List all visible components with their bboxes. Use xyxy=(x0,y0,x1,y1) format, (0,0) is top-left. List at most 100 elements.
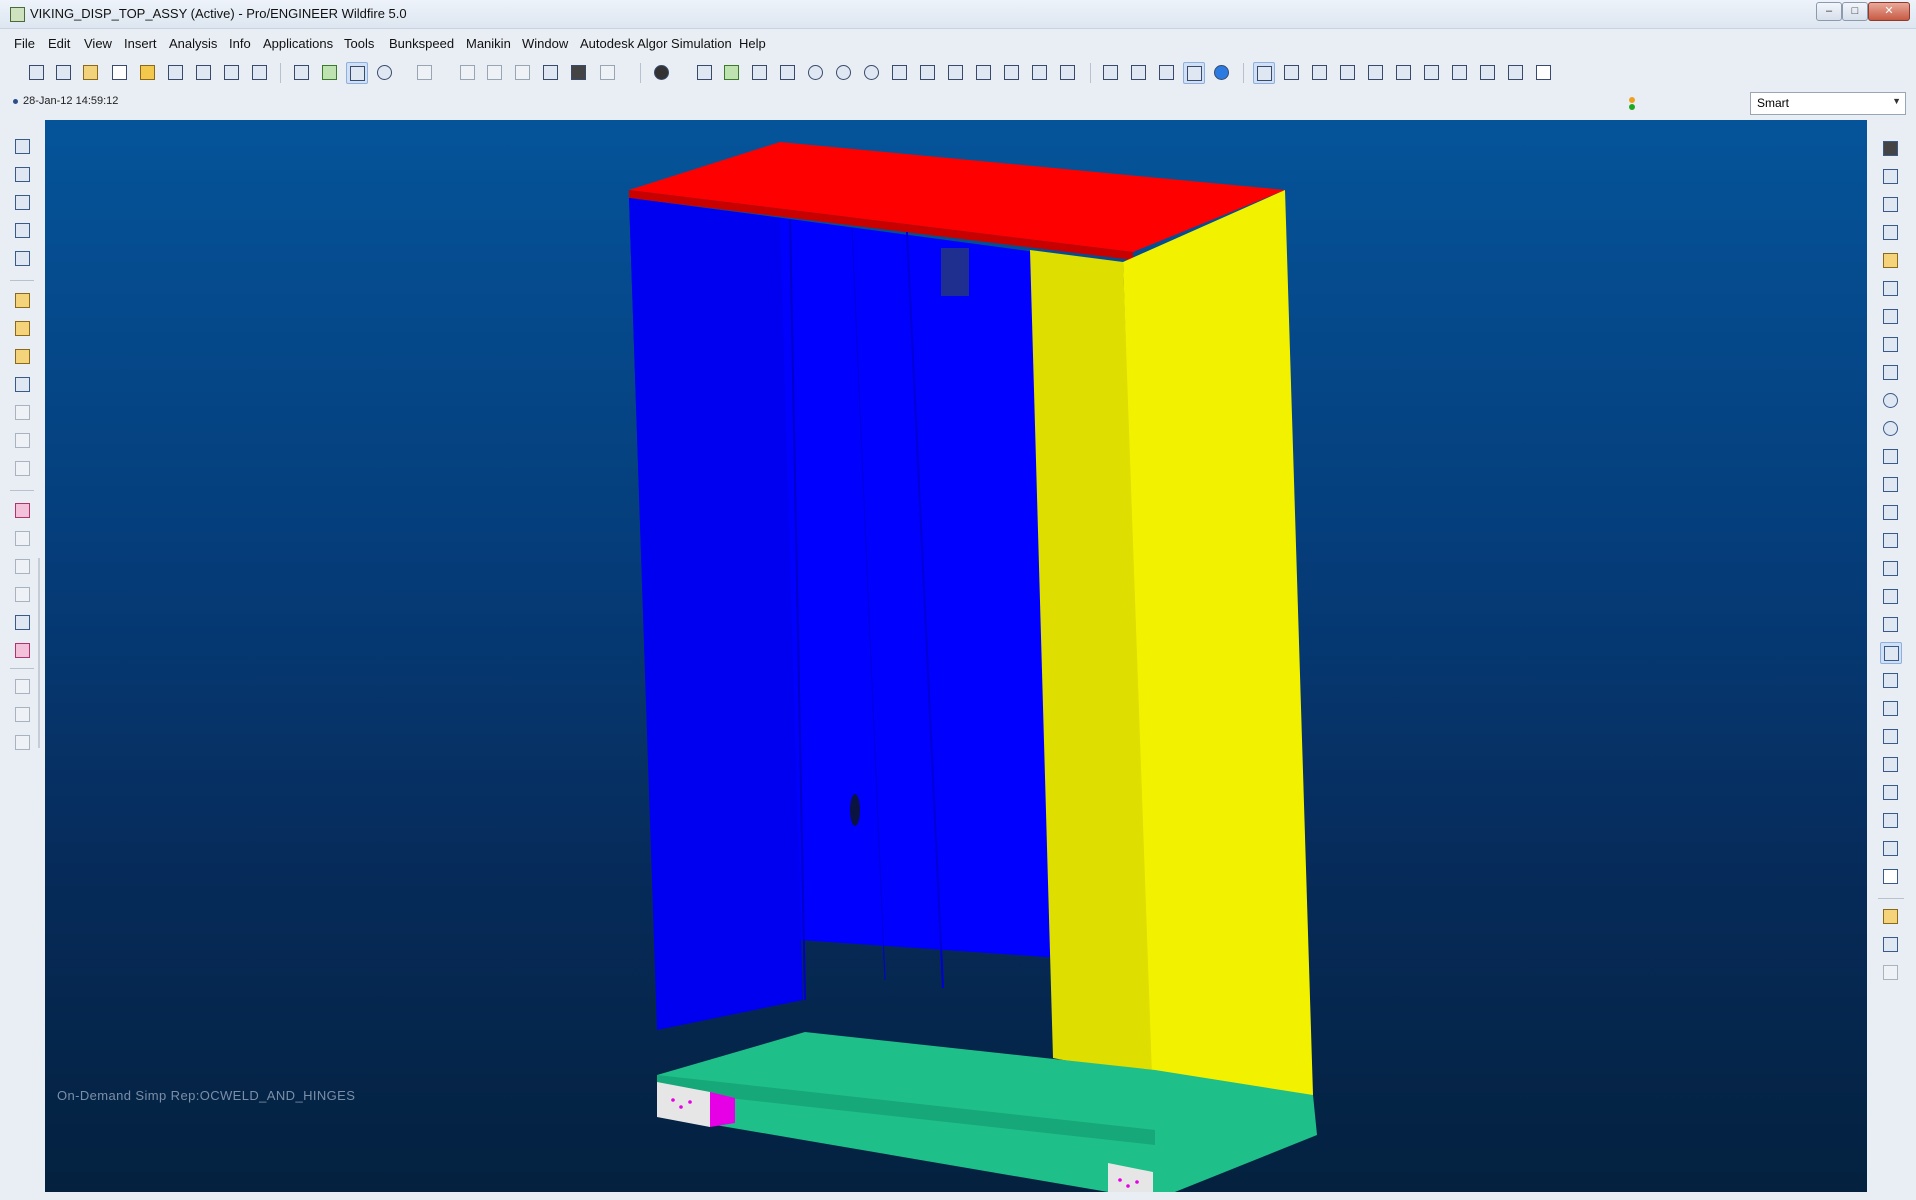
edit-icon-right[interactable] xyxy=(1880,306,1900,326)
wireframe-icon[interactable] xyxy=(1100,62,1120,82)
menu-file[interactable]: File xyxy=(14,36,35,51)
menu-analysis[interactable]: Analysis xyxy=(169,36,217,51)
menu-applications[interactable]: Applications xyxy=(263,36,333,51)
new-file-icon[interactable] xyxy=(109,62,129,82)
cabinet-model[interactable] xyxy=(45,120,1867,1192)
find-icon-right[interactable] xyxy=(1880,138,1900,158)
spline-icon-right[interactable] xyxy=(1880,782,1900,802)
trim-icon[interactable] xyxy=(12,584,32,604)
create-component-icon[interactable] xyxy=(12,318,32,338)
select-box-icon[interactable] xyxy=(597,62,617,82)
orient-icon[interactable] xyxy=(721,62,741,82)
pattern-icon[interactable] xyxy=(12,704,32,724)
view-manager-icon[interactable] xyxy=(945,62,965,82)
curve-icon-right[interactable] xyxy=(1880,670,1900,690)
annotation-icon-right[interactable] xyxy=(1880,906,1900,926)
sketch-icon[interactable] xyxy=(319,62,339,82)
menu-window[interactable]: Window xyxy=(522,36,568,51)
no-hidden-icon[interactable] xyxy=(1156,62,1176,82)
mirror-icon[interactable] xyxy=(12,528,32,548)
menu-view[interactable]: View xyxy=(84,36,112,51)
render-icon[interactable] xyxy=(291,62,311,82)
datum-csys-icon[interactable] xyxy=(12,248,32,268)
repaint-icon[interactable] xyxy=(1880,362,1900,382)
maximize-button[interactable]: □ xyxy=(1842,2,1868,21)
open-file-icon[interactable] xyxy=(137,62,157,82)
draft-icon[interactable] xyxy=(12,458,32,478)
spin-center-toggle-icon[interactable] xyxy=(1393,62,1413,82)
redo-icon[interactable] xyxy=(414,62,434,82)
wireframe-icon-right[interactable] xyxy=(1880,558,1900,578)
group-icon[interactable] xyxy=(12,732,32,752)
find-icon[interactable] xyxy=(568,62,588,82)
named-views-icon[interactable] xyxy=(889,62,909,82)
undo-icon[interactable] xyxy=(374,62,394,82)
save-as-icon[interactable] xyxy=(193,62,213,82)
saved-views-icon-right[interactable] xyxy=(1880,530,1900,550)
point-tags-icon[interactable] xyxy=(1449,62,1469,82)
datum-curve-icon[interactable] xyxy=(12,192,32,212)
coord-sys-icon[interactable] xyxy=(1337,62,1357,82)
refit-icon[interactable] xyxy=(694,62,714,82)
zoom-out-icon[interactable] xyxy=(833,62,853,82)
close-icon-right[interactable] xyxy=(1880,866,1900,886)
appearance-icon[interactable] xyxy=(1057,62,1077,82)
axis-tags-icon[interactable] xyxy=(1505,62,1525,82)
left-side-panel[interactable] xyxy=(629,198,803,1030)
layers-icon[interactable] xyxy=(917,62,937,82)
print-preview-icon[interactable] xyxy=(249,62,269,82)
orient-icon-right[interactable] xyxy=(1880,474,1900,494)
note-icon-right[interactable] xyxy=(1880,962,1900,982)
datum-point-icon[interactable] xyxy=(12,220,32,240)
shading-icon[interactable] xyxy=(651,62,671,82)
no-hidden-icon-right[interactable] xyxy=(1880,614,1900,634)
csys-icon-right[interactable] xyxy=(1880,838,1900,858)
zoom-in-icon[interactable] xyxy=(805,62,825,82)
hidden-line-icon-right[interactable] xyxy=(1880,586,1900,606)
copy-icon[interactable] xyxy=(484,62,504,82)
hidden-line-icon[interactable] xyxy=(1128,62,1148,82)
datum-planes-icon[interactable] xyxy=(1253,62,1275,84)
selection-filter-dropdown[interactable]: Smart ▼ xyxy=(1750,92,1906,115)
print-icon-right[interactable] xyxy=(1880,334,1900,354)
swap-icon[interactable] xyxy=(1880,194,1900,214)
cut-feature-icon[interactable] xyxy=(12,500,32,520)
menu-info[interactable]: Info xyxy=(229,36,251,51)
edit-definition-icon[interactable] xyxy=(346,62,368,84)
right-side-panel[interactable] xyxy=(1123,190,1313,1160)
merge-icon[interactable] xyxy=(12,556,32,576)
datum-axis-icon[interactable] xyxy=(12,164,32,184)
point-icon-right[interactable] xyxy=(1880,810,1900,830)
save-icon[interactable] xyxy=(165,62,185,82)
enhanced-realism-icon[interactable] xyxy=(1211,62,1231,82)
close-button[interactable]: ✕ xyxy=(1868,2,1910,21)
close-icon[interactable] xyxy=(1533,62,1553,82)
menu-autodesk-algor[interactable]: Autodesk Algor Simulation xyxy=(580,36,732,51)
measure-icon-right[interactable] xyxy=(1880,934,1900,954)
paste-icon[interactable] xyxy=(512,62,532,82)
hole-icon[interactable] xyxy=(12,374,32,394)
paste-special-icon[interactable] xyxy=(540,62,560,82)
model-tree-icon[interactable] xyxy=(973,62,993,82)
datum-plane-icon[interactable] xyxy=(12,136,32,156)
annotations-icon[interactable] xyxy=(1365,62,1385,82)
new-window-icon[interactable] xyxy=(26,62,46,82)
shaded-icon[interactable] xyxy=(1183,62,1205,84)
minimize-button[interactable]: – xyxy=(1816,2,1842,21)
plane-display-icon[interactable] xyxy=(1001,62,1021,82)
refit-icon-right[interactable] xyxy=(1880,446,1900,466)
offset-icon[interactable] xyxy=(12,612,32,632)
chamfer-icon[interactable] xyxy=(12,430,32,450)
line-icon-right[interactable] xyxy=(1880,754,1900,774)
menu-manikin[interactable]: Manikin xyxy=(466,36,511,51)
datum-points-icon[interactable] xyxy=(1309,62,1329,82)
plane-icon-right[interactable] xyxy=(1880,698,1900,718)
pan-icon[interactable] xyxy=(777,62,797,82)
round-icon[interactable] xyxy=(12,402,32,422)
cut-icon[interactable] xyxy=(457,62,477,82)
menu-help[interactable]: Help xyxy=(739,36,766,51)
datum-axes-icon[interactable] xyxy=(1281,62,1301,82)
sketch-icon-right[interactable] xyxy=(1880,726,1900,746)
layer-display-icon[interactable] xyxy=(1029,62,1049,82)
csys-tags-icon[interactable] xyxy=(1477,62,1497,82)
